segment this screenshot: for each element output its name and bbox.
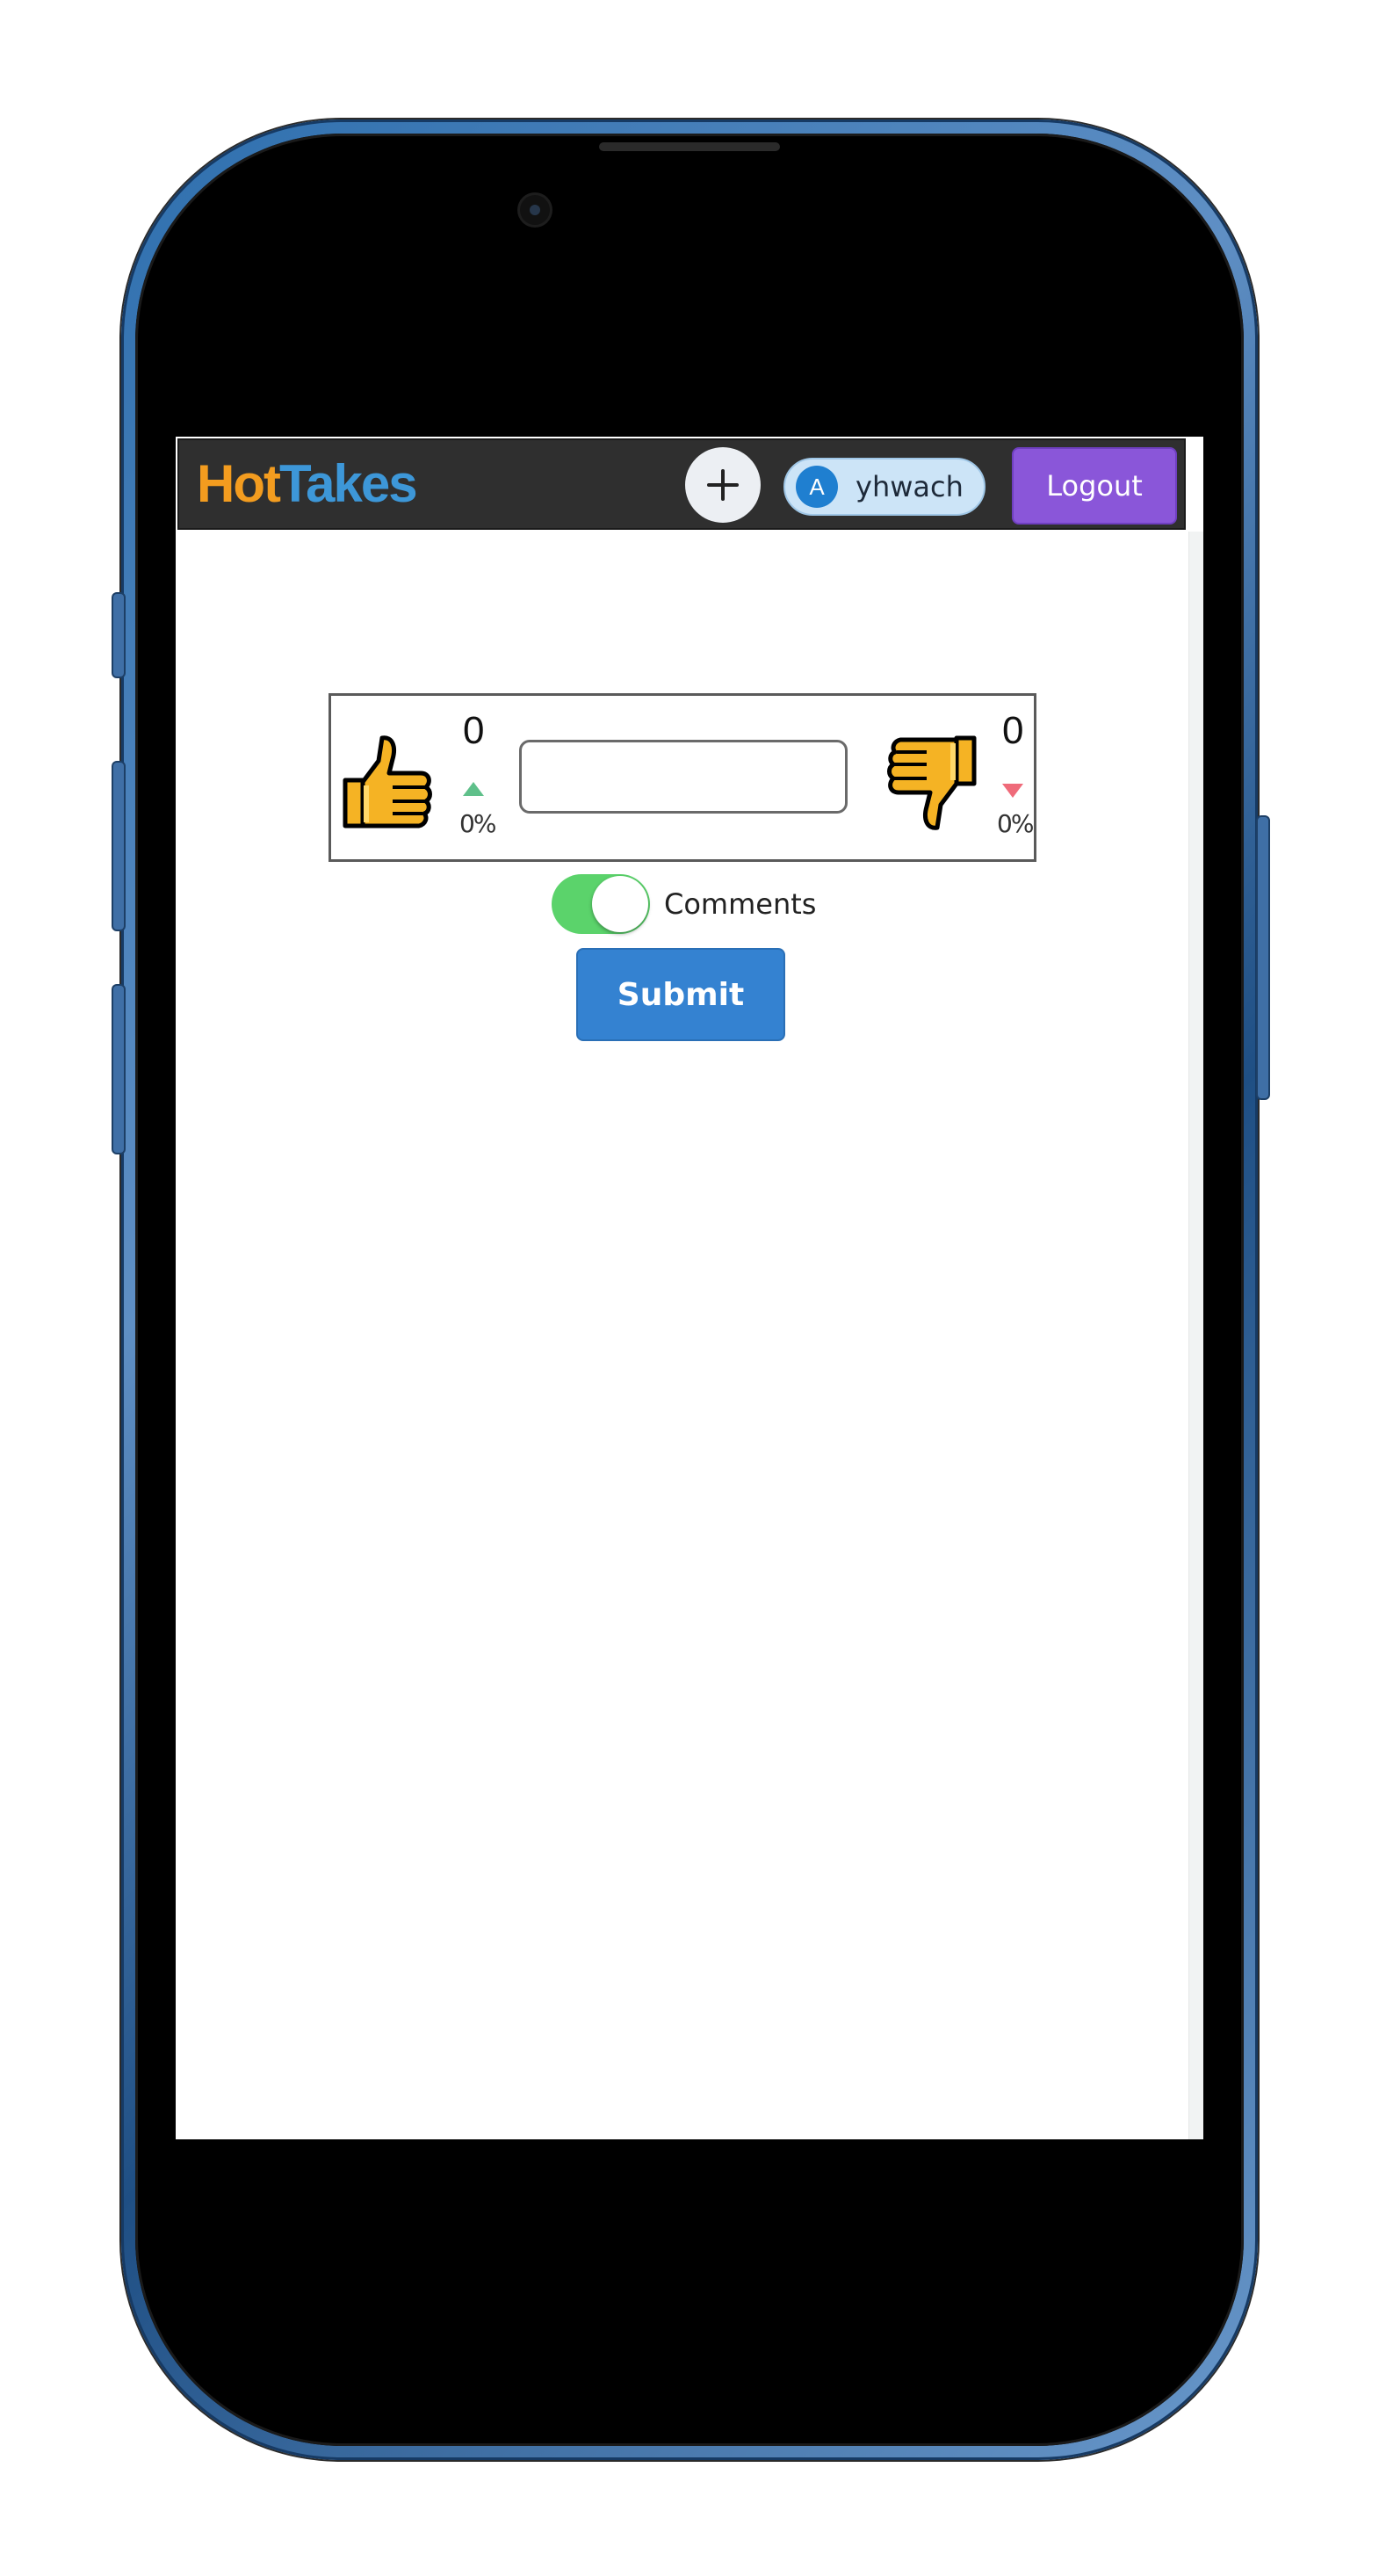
phone-camera (520, 195, 550, 225)
downvote-percent: 0% (997, 809, 1034, 838)
app-screen: HotTakes A yhwach Logout 0 0% 0 0% Comme… (176, 437, 1203, 2139)
user-profile-chip[interactable]: A yhwach (783, 458, 986, 516)
thumbs-up-icon[interactable] (340, 734, 437, 831)
submit-button[interactable]: Submit (576, 948, 785, 1041)
downvote-count: 0 (1002, 709, 1024, 752)
phone-mute-switch (112, 592, 126, 678)
comments-label: Comments (664, 887, 817, 921)
avatar: A (796, 466, 838, 508)
comments-toggle-row: Comments (552, 874, 817, 934)
plus-icon (707, 469, 739, 501)
comments-toggle[interactable] (552, 874, 650, 934)
brand-logo[interactable]: HotTakes (197, 452, 418, 516)
phone-speaker (599, 142, 780, 151)
add-take-button[interactable] (685, 447, 761, 523)
down-arrow-icon (1002, 784, 1023, 798)
take-input[interactable] (519, 740, 848, 814)
up-arrow-icon (463, 782, 484, 796)
brand-hot-text: Hot (197, 454, 281, 513)
phone-power-button (1256, 815, 1270, 1100)
vote-card: 0 0% 0 0% (329, 693, 1036, 862)
upvote-percent: 0% (459, 809, 496, 838)
username-label: yhwach (856, 470, 964, 503)
app-header: HotTakes A yhwach Logout (177, 438, 1186, 530)
toggle-knob (592, 876, 648, 932)
upvote-count: 0 (463, 709, 485, 752)
thumbs-down-icon[interactable] (883, 734, 979, 831)
brand-takes-text: Takes (278, 454, 418, 513)
scrollbar[interactable] (1188, 532, 1203, 2139)
phone-volume-down-button (112, 984, 126, 1154)
phone-volume-up-button (112, 761, 126, 931)
logout-button[interactable]: Logout (1012, 447, 1177, 525)
